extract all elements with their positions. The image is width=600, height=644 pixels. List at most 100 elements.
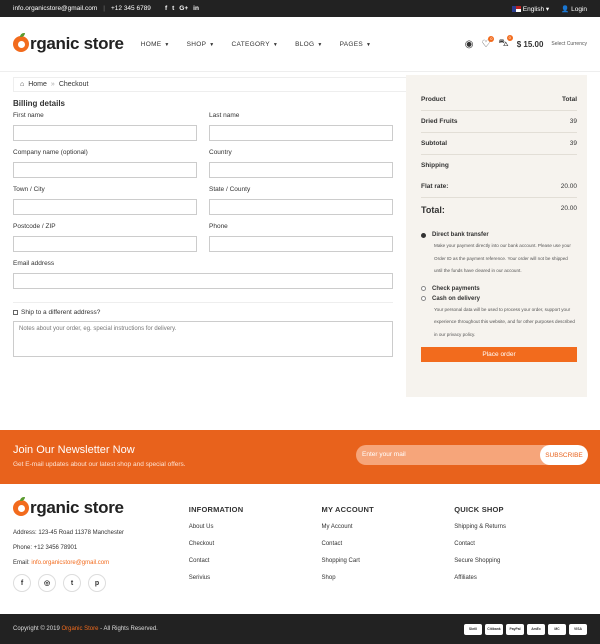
state-label: State / County (209, 186, 251, 193)
breadcrumb-current: Checkout (58, 81, 89, 88)
postcode-label: Postcode / ZIP (13, 223, 56, 230)
email-field[interactable] (13, 273, 393, 289)
footer-link-contact[interactable]: Contact (322, 541, 455, 547)
footer-link-about[interactable]: About Us (189, 524, 322, 530)
order-notes-textarea[interactable]: Notes about your order, eg. special inst… (13, 321, 393, 357)
twitter-icon[interactable]: t (172, 5, 174, 12)
nav-pages[interactable]: PAGES ▼ (340, 41, 372, 48)
chevron-down-icon: ▼ (164, 41, 170, 48)
billing-title: Billing details (13, 99, 66, 108)
top-social-icons: f t G+ in (165, 5, 199, 12)
postcode-field[interactable] (13, 236, 197, 252)
account-icon[interactable]: ◉ (465, 39, 474, 50)
currency-select[interactable]: Select Currency (551, 41, 587, 47)
state-field[interactable] (209, 199, 393, 215)
wishlist-count-badge: 0 (488, 35, 495, 42)
subscribe-button[interactable]: SUBSCRIBE (540, 445, 588, 465)
footer-link-contact[interactable]: Contact (189, 558, 322, 564)
footer-information: INFORMATION About Us Checkout Contact Se… (189, 498, 322, 614)
last-name-label: Last name (209, 112, 240, 119)
footer-link-checkout[interactable]: Checkout (189, 541, 322, 547)
chevron-down-icon: ▼ (272, 41, 279, 48)
footer-link-contact[interactable]: Contact (454, 541, 587, 547)
first-name-field[interactable] (13, 125, 197, 141)
checkbox-icon[interactable] (13, 310, 18, 315)
ship-different-checkbox[interactable]: Ship to a different address? (13, 309, 393, 316)
footer-link-shipping[interactable]: Shipping & Returns (454, 524, 587, 530)
top-right: English ▾ 👤 Login (511, 5, 587, 13)
company-field[interactable] (13, 162, 197, 178)
payment-cod[interactable]: Cash on delivery (421, 296, 577, 302)
wishlist-icon[interactable]: ♡ 0 (481, 35, 495, 50)
footer-info-title: INFORMATION (188, 505, 244, 514)
item-total: 39 (569, 118, 577, 125)
top-phone[interactable]: +12 345 6789 (111, 5, 151, 12)
footer-link-my-account[interactable]: My Account (322, 524, 455, 530)
language-select[interactable]: English ▾ (511, 5, 549, 13)
top-email[interactable]: info.organicstore@gmail.com (13, 5, 97, 12)
radio-icon[interactable] (421, 296, 426, 301)
item-name: Dried Fruits (421, 118, 458, 125)
place-order-button[interactable]: Place order (421, 347, 577, 362)
payment-check[interactable]: Check payments (421, 286, 577, 292)
nav-category[interactable]: CATEGORY ▼ (232, 41, 279, 48)
home-icon: ⌂ (20, 81, 25, 88)
logo[interactable]: rganic store (13, 33, 124, 54)
subtotal-label: Subtotal (421, 140, 447, 147)
ship-different-label: Ship to a different address? (21, 309, 101, 316)
cart-count-badge: 0 (506, 34, 513, 41)
bank-transfer-label: Direct bank transfer (432, 232, 489, 238)
country-field[interactable] (209, 162, 393, 178)
cart-icon[interactable]: ⛍ 0 (498, 34, 513, 51)
footer-link-secure[interactable]: Secure Shopping (454, 558, 587, 564)
facebook-icon[interactable]: f (13, 574, 31, 592)
user-icon: 👤 (561, 5, 570, 13)
first-name-label: First name (13, 112, 44, 119)
header-actions: ◉ ♡ 0 ⛍ 0 $ 15.00 Select Currency (465, 34, 587, 51)
payment-bank-transfer[interactable]: Direct bank transfer (421, 232, 577, 238)
chevron-down-icon: ▼ (366, 41, 372, 48)
nav-home[interactable]: HOME ▼ (141, 41, 170, 48)
footer-email-link[interactable]: info.organicstore@gmail.com (31, 560, 109, 566)
payment-methods: Direct bank transfer Make your payment d… (421, 232, 577, 362)
phone-field[interactable] (209, 236, 393, 252)
citibank-icon: Citibank (485, 623, 503, 635)
paypal-icon: PayPal (506, 623, 524, 635)
check-payments-label: Check payments (432, 285, 480, 292)
twitter-icon[interactable]: t (63, 574, 81, 592)
country-label: Country (209, 149, 232, 156)
google-plus-icon[interactable]: G+ (179, 5, 188, 12)
newsletter-subtitle: Get E-mail updates about our latest shop… (13, 461, 186, 468)
total-header: Total (561, 96, 577, 103)
footer-link-affiliates[interactable]: Affiliates (454, 575, 587, 581)
last-name-field[interactable] (209, 125, 393, 141)
radio-selected-icon[interactable] (421, 232, 426, 238)
pinterest-icon[interactable]: p (88, 574, 106, 592)
orange-logo-icon (13, 33, 29, 52)
linkedin-icon[interactable]: in (193, 5, 199, 12)
login-link[interactable]: 👤 Login (561, 5, 587, 13)
footer-phone: Phone: +12 3456 78901 (13, 545, 78, 551)
nav-blog[interactable]: BLOG ▼ (295, 41, 323, 48)
chevron-down-icon: ▼ (317, 41, 323, 48)
visa-icon: VISA (569, 623, 587, 635)
logo-text: rganic store (30, 34, 124, 53)
nav-shop[interactable]: SHOP ▼ (187, 41, 215, 48)
radio-icon[interactable] (421, 286, 426, 291)
breadcrumb-home[interactable]: Home (28, 81, 47, 88)
footer-about: rganic store Address: 123-45 Road 11378 … (13, 497, 189, 614)
footer-link-cart[interactable]: Shopping Cart (322, 558, 455, 564)
newsletter-email-input[interactable]: Enter your mail (356, 445, 540, 465)
phone-label: Phone (209, 223, 228, 230)
orange-logo-icon (13, 497, 29, 516)
footer-link-shop[interactable]: Shop (322, 575, 455, 581)
company-label: Company name (optional) (13, 149, 88, 156)
top-separator: | (103, 5, 105, 12)
town-field[interactable] (13, 199, 197, 215)
footer-account-title: MY ACCOUNT (321, 505, 374, 514)
footer-logo[interactable]: rganic store (13, 497, 189, 518)
instagram-icon[interactable]: ◎ (38, 574, 56, 592)
footer-link-services[interactable]: Serivius (189, 575, 322, 581)
facebook-icon[interactable]: f (165, 5, 167, 12)
flat-rate-label: Flat rate: (421, 183, 449, 190)
